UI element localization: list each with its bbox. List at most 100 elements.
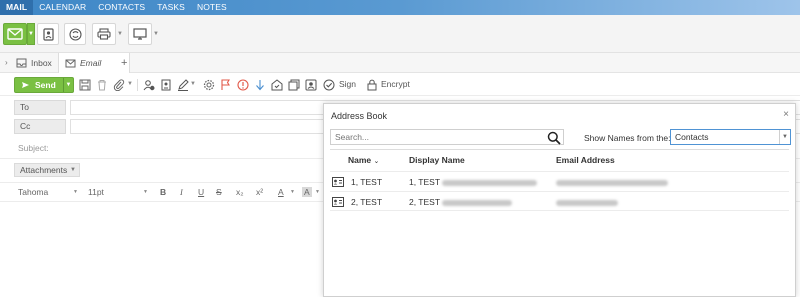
attach-dropdown[interactable]: ▼ bbox=[127, 81, 133, 87]
chevron-down-icon: ▼ bbox=[779, 130, 790, 144]
send-dropdown[interactable]: ▼ bbox=[63, 78, 73, 92]
strikethrough-button[interactable]: S bbox=[216, 187, 222, 197]
address-book-icon bbox=[42, 27, 54, 41]
save-icon[interactable] bbox=[78, 78, 92, 92]
dialog-divider bbox=[330, 149, 789, 150]
envelope-icon bbox=[65, 59, 76, 67]
high-importance-icon[interactable] bbox=[236, 78, 250, 92]
column-header-email[interactable]: Email Address bbox=[556, 155, 615, 165]
column-header-display-name[interactable]: Display Name bbox=[409, 155, 465, 165]
attachments-button[interactable]: Attachments ▼ bbox=[14, 163, 80, 177]
lock-icon[interactable] bbox=[365, 78, 379, 92]
vcard-icon[interactable] bbox=[304, 78, 318, 92]
table-row[interactable]: 1, TEST 1, TEST bbox=[330, 171, 789, 191]
contact-card-icon bbox=[332, 197, 344, 207]
font-color-button[interactable]: A bbox=[278, 187, 284, 197]
subject-field[interactable]: Subject: bbox=[18, 143, 49, 153]
encrypt-label[interactable]: Encrypt bbox=[381, 79, 410, 89]
sync-button[interactable] bbox=[64, 23, 86, 45]
tab-inbox-label: Inbox bbox=[31, 58, 52, 68]
templates-icon[interactable] bbox=[287, 78, 301, 92]
nav-notes[interactable]: NOTES bbox=[191, 0, 233, 15]
compose-toolbar: Send ▼ ▼ ▼ Sign Encrypt bbox=[0, 74, 800, 96]
row-display-name: 1, TEST bbox=[409, 177, 538, 187]
attachments-label: Attachments bbox=[20, 165, 68, 175]
underline-button[interactable]: U bbox=[198, 187, 204, 197]
column-header-name-label: Name bbox=[348, 155, 372, 165]
row-email bbox=[556, 197, 618, 207]
display-button[interactable] bbox=[128, 23, 152, 45]
show-names-label: Show Names from the: bbox=[584, 133, 671, 143]
column-header-name[interactable]: Name ⌄ bbox=[348, 155, 379, 165]
collapse-chevron-icon[interactable]: › bbox=[5, 58, 8, 67]
font-family-select[interactable]: Tahoma bbox=[18, 187, 48, 197]
low-importance-icon[interactable] bbox=[253, 78, 267, 92]
signature-dropdown[interactable]: ▼ bbox=[190, 81, 196, 87]
app-toolbar: ▼ ▼ ▼ bbox=[0, 15, 800, 53]
display-dropdown[interactable]: ▼ bbox=[152, 23, 160, 45]
subscript-button[interactable]: x₂ bbox=[236, 187, 244, 197]
address-source-select[interactable]: Contacts ▼ bbox=[670, 129, 791, 145]
row-name: 1, TEST bbox=[351, 177, 383, 187]
toolbar-divider bbox=[137, 79, 138, 91]
chevron-down-icon: ▼ bbox=[70, 167, 76, 173]
search-icon[interactable] bbox=[547, 131, 561, 145]
table-row[interactable]: 2, TEST 2, TEST bbox=[330, 191, 789, 211]
read-receipt-icon[interactable] bbox=[270, 78, 284, 92]
contact-card-icon[interactable] bbox=[159, 78, 173, 92]
close-icon[interactable]: × bbox=[783, 109, 789, 120]
sync-icon bbox=[68, 27, 82, 41]
to-button[interactable]: To bbox=[14, 100, 66, 115]
trash-icon[interactable] bbox=[95, 78, 109, 92]
redacted-text bbox=[556, 199, 618, 206]
printer-icon bbox=[97, 28, 111, 40]
superscript-button[interactable]: x² bbox=[256, 187, 263, 197]
tabs-row: › Inbox Email + bbox=[0, 53, 800, 73]
bold-button[interactable]: B bbox=[160, 187, 166, 197]
sign-icon[interactable] bbox=[322, 78, 336, 92]
send-button[interactable]: Send ▼ bbox=[14, 77, 74, 93]
send-label: Send bbox=[35, 80, 56, 90]
tab-inbox[interactable]: Inbox bbox=[10, 53, 58, 73]
address-book-dialog: Address Book × Show Names from the: Cont… bbox=[323, 103, 796, 297]
highlight-button[interactable]: A bbox=[302, 187, 312, 197]
top-nav: MAIL CALENDAR CONTACTS TASKS NOTES bbox=[0, 0, 800, 15]
nav-mail[interactable]: MAIL bbox=[0, 0, 34, 15]
attach-icon[interactable] bbox=[112, 78, 126, 92]
font-color-dropdown[interactable]: ▼ bbox=[290, 189, 295, 195]
cc-button[interactable]: Cc bbox=[14, 119, 66, 134]
row-name: 2, TEST bbox=[351, 197, 383, 207]
font-family-dropdown[interactable]: ▼ bbox=[73, 189, 78, 195]
nav-contacts[interactable]: CONTACTS bbox=[92, 0, 151, 15]
italic-button[interactable]: I bbox=[180, 187, 183, 197]
font-size-dropdown[interactable]: ▼ bbox=[143, 189, 148, 195]
sign-label[interactable]: Sign bbox=[339, 79, 356, 89]
row-display-name: 2, TEST bbox=[409, 197, 513, 207]
font-size-select[interactable]: 11pt bbox=[88, 187, 104, 197]
send-icon bbox=[22, 82, 29, 88]
print-button[interactable] bbox=[92, 23, 116, 45]
redacted-text bbox=[442, 179, 538, 186]
flag-icon[interactable] bbox=[219, 78, 233, 92]
sort-chevron-icon: ⌄ bbox=[373, 158, 380, 165]
add-tab-button[interactable]: + bbox=[115, 53, 133, 73]
print-dropdown[interactable]: ▼ bbox=[116, 23, 124, 45]
dialog-title: Address Book bbox=[331, 111, 388, 121]
message-body-editor[interactable] bbox=[0, 203, 323, 297]
new-mail-dropdown[interactable]: ▼ bbox=[27, 23, 35, 45]
tab-email-label: Email bbox=[80, 58, 102, 68]
address-search-input[interactable] bbox=[330, 129, 564, 145]
nav-tasks[interactable]: TASKS bbox=[151, 0, 191, 15]
new-mail-button[interactable] bbox=[3, 23, 27, 45]
address-book-button[interactable] bbox=[37, 23, 59, 45]
contact-card-icon bbox=[332, 177, 344, 187]
gear-icon[interactable] bbox=[202, 78, 216, 92]
redacted-text bbox=[556, 179, 668, 186]
check-names-icon[interactable] bbox=[142, 78, 156, 92]
address-source-value: Contacts bbox=[675, 132, 709, 142]
signature-icon[interactable] bbox=[176, 78, 190, 92]
row-email bbox=[556, 177, 668, 187]
highlight-dropdown[interactable]: ▼ bbox=[315, 189, 320, 195]
envelope-icon bbox=[7, 28, 23, 40]
nav-calendar[interactable]: CALENDAR bbox=[33, 0, 92, 15]
